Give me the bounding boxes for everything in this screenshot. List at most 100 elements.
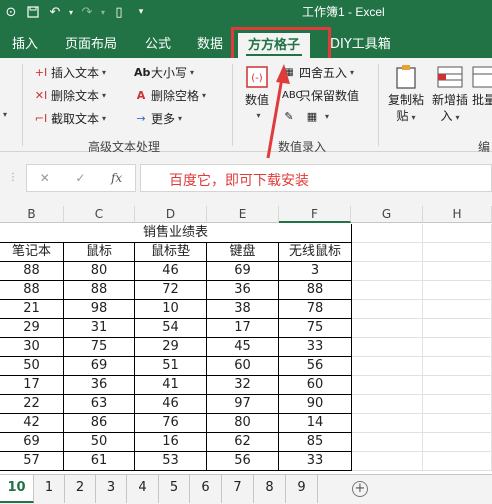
table-title[interactable]: 销售业绩表 [0, 224, 352, 243]
table-cell[interactable]: 36 [207, 281, 279, 300]
table-header-cell[interactable]: 无线鼠标 [279, 243, 352, 262]
empty-cell[interactable] [423, 395, 492, 414]
empty-cell[interactable] [423, 319, 492, 338]
table-cell[interactable]: 33 [279, 338, 352, 357]
table-cell[interactable]: 86 [64, 414, 135, 433]
empty-cell[interactable] [352, 262, 423, 281]
sheet-tab[interactable]: 2 [65, 475, 96, 503]
sheet-tab[interactable]: 6 [190, 475, 222, 503]
empty-cell[interactable] [423, 433, 492, 452]
column-header-d[interactable]: D [135, 206, 207, 223]
empty-cell[interactable] [423, 414, 492, 433]
table-cell[interactable]: 29 [0, 319, 64, 338]
table-cell[interactable]: 80 [64, 262, 135, 281]
table-cell[interactable]: 56 [207, 452, 279, 471]
table-cell[interactable]: 60 [207, 357, 279, 376]
table-cell[interactable]: 30 [0, 338, 64, 357]
sheet-tab[interactable]: 1 [34, 475, 65, 503]
table-cell[interactable]: 3 [279, 262, 352, 281]
empty-cell[interactable] [352, 300, 423, 319]
empty-cell[interactable] [423, 262, 492, 281]
empty-cell[interactable] [423, 357, 492, 376]
empty-cell[interactable] [352, 281, 423, 300]
table-cell[interactable]: 57 [0, 452, 64, 471]
sheet-tab[interactable]: 3 [96, 475, 127, 503]
column-header-g[interactable]: G [351, 206, 423, 223]
table-cell[interactable]: 53 [135, 452, 207, 471]
table-cell[interactable]: 63 [64, 395, 135, 414]
table-cell[interactable]: 97 [207, 395, 279, 414]
sheet-tab[interactable]: 4 [127, 475, 159, 503]
add-sheet-icon[interactable]: + [352, 481, 368, 497]
empty-cell[interactable] [352, 224, 423, 243]
table-cell[interactable]: 41 [135, 376, 207, 395]
table-cell[interactable]: 85 [279, 433, 352, 452]
column-header-e[interactable]: E [207, 206, 279, 223]
table-cell[interactable]: 33 [279, 452, 352, 471]
table-cell[interactable]: 36 [64, 376, 135, 395]
table-cell[interactable]: 80 [207, 414, 279, 433]
table-cell[interactable]: 61 [64, 452, 135, 471]
table-cell[interactable]: 88 [0, 281, 64, 300]
empty-cell[interactable] [352, 319, 423, 338]
empty-cell[interactable] [423, 243, 492, 262]
empty-cell[interactable] [423, 300, 492, 319]
column-header-b[interactable]: B [0, 206, 64, 223]
sheet-tab[interactable]: 9 [286, 475, 318, 503]
table-cell[interactable]: 50 [64, 433, 135, 452]
table-cell[interactable]: 60 [279, 376, 352, 395]
empty-cell[interactable] [352, 357, 423, 376]
table-cell[interactable]: 88 [64, 281, 135, 300]
empty-cell[interactable] [352, 452, 423, 471]
empty-cell[interactable] [352, 376, 423, 395]
table-cell[interactable]: 50 [0, 357, 64, 376]
table-header-cell[interactable]: 鼠标垫 [135, 243, 207, 262]
column-header-h[interactable]: H [423, 206, 492, 223]
table-cell[interactable]: 76 [135, 414, 207, 433]
table-cell[interactable]: 16 [135, 433, 207, 452]
table-cell[interactable]: 69 [207, 262, 279, 281]
table-cell[interactable]: 45 [207, 338, 279, 357]
sheet-tab[interactable]: 8 [254, 475, 286, 503]
empty-cell[interactable] [352, 243, 423, 262]
column-header-c[interactable]: C [64, 206, 135, 223]
table-cell[interactable]: 78 [279, 300, 352, 319]
table-cell[interactable]: 69 [0, 433, 64, 452]
table-cell[interactable]: 38 [207, 300, 279, 319]
sheet-tab[interactable]: 10 [0, 475, 34, 503]
table-cell[interactable]: 75 [64, 338, 135, 357]
table-header-cell[interactable]: 键盘 [207, 243, 279, 262]
table-cell[interactable]: 14 [279, 414, 352, 433]
empty-cell[interactable] [352, 433, 423, 452]
table-cell[interactable]: 62 [207, 433, 279, 452]
table-cell[interactable]: 32 [207, 376, 279, 395]
table-cell[interactable]: 46 [135, 262, 207, 281]
table-cell[interactable]: 29 [135, 338, 207, 357]
empty-cell[interactable] [352, 338, 423, 357]
empty-cell[interactable] [423, 338, 492, 357]
table-cell[interactable]: 17 [207, 319, 279, 338]
table-cell[interactable]: 42 [0, 414, 64, 433]
table-cell[interactable]: 51 [135, 357, 207, 376]
table-header-cell[interactable]: 鼠标 [64, 243, 135, 262]
table-cell[interactable]: 17 [0, 376, 64, 395]
table-cell[interactable]: 46 [135, 395, 207, 414]
empty-cell[interactable] [423, 376, 492, 395]
table-cell[interactable]: 69 [64, 357, 135, 376]
table-cell[interactable]: 90 [279, 395, 352, 414]
table-cell[interactable]: 88 [0, 262, 64, 281]
table-cell[interactable]: 72 [135, 281, 207, 300]
table-cell[interactable]: 21 [0, 300, 64, 319]
table-header-cell[interactable]: 笔记本 [0, 243, 64, 262]
table-cell[interactable]: 31 [64, 319, 135, 338]
table-cell[interactable]: 75 [279, 319, 352, 338]
table-cell[interactable]: 54 [135, 319, 207, 338]
sheet-tab[interactable]: 5 [159, 475, 190, 503]
table-cell[interactable]: 10 [135, 300, 207, 319]
empty-cell[interactable] [423, 281, 492, 300]
table-cell[interactable]: 88 [279, 281, 352, 300]
empty-cell[interactable] [352, 395, 423, 414]
sheet-tab[interactable]: 7 [222, 475, 254, 503]
empty-cell[interactable] [423, 452, 492, 471]
column-header-f[interactable]: F [279, 206, 351, 223]
